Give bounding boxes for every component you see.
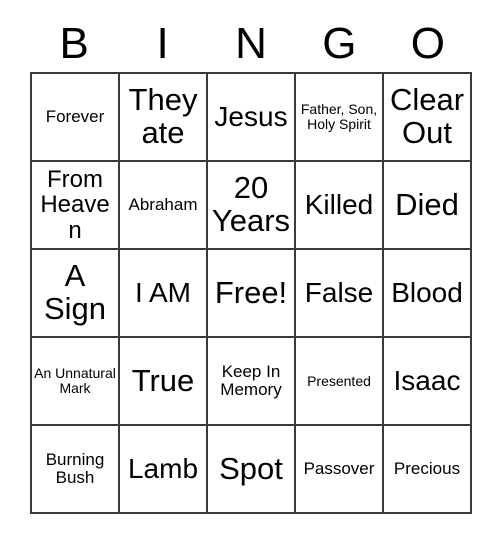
bingo-cell-label: Precious xyxy=(393,458,461,478)
bingo-header-row: B I N G O xyxy=(30,16,472,72)
bingo-row: From Heaven Abraham 20 Years Killed Died xyxy=(32,162,472,250)
bingo-row: An Unnatural Mark True Keep In Memory Pr… xyxy=(32,338,472,426)
bingo-cell-label: A Sign xyxy=(43,258,107,326)
bingo-cell-label: 20 Years xyxy=(211,170,291,238)
bingo-cell-label: Spot xyxy=(219,450,283,486)
bingo-cell[interactable]: I AM xyxy=(120,250,208,338)
bingo-cell[interactable]: Keep In Memory xyxy=(208,338,296,426)
bingo-cell[interactable]: Forever xyxy=(32,74,120,162)
bingo-cell[interactable]: Abraham xyxy=(120,162,208,250)
bingo-cell-label: Isaac xyxy=(393,365,461,397)
bingo-cell[interactable]: Precious xyxy=(384,426,472,514)
bingo-cell[interactable]: Presented xyxy=(296,338,384,426)
bingo-cell[interactable]: 20 Years xyxy=(208,162,296,250)
bingo-cell[interactable]: False xyxy=(296,250,384,338)
bingo-header-letter-i: I xyxy=(156,19,169,68)
bingo-cell-label: Presented xyxy=(307,372,371,389)
bingo-cell-label: Died xyxy=(395,186,459,222)
bingo-cell-label: Lamb xyxy=(127,453,199,485)
bingo-cell-label: Keep In Memory xyxy=(220,361,282,399)
bingo-cell-label: Blood xyxy=(391,277,463,309)
bingo-cell-label: I AM xyxy=(134,277,191,309)
bingo-cell-label: True xyxy=(131,362,195,398)
bingo-cell[interactable]: Isaac xyxy=(384,338,472,426)
bingo-cell[interactable]: True xyxy=(120,338,208,426)
bingo-cell[interactable]: Burning Bush xyxy=(32,426,120,514)
bingo-cell-label: Father, Son, Holy Spirit xyxy=(300,101,378,132)
bingo-row: Forever They ate Jesus Father, Son, Holy… xyxy=(32,74,472,162)
bingo-cell[interactable]: Free! xyxy=(208,250,296,338)
bingo-cell-label: Forever xyxy=(45,106,105,126)
bingo-cell-label: Free! xyxy=(214,274,288,310)
bingo-row: Burning Bush Lamb Spot Passover Precious xyxy=(32,426,472,514)
bingo-cell-label: They ate xyxy=(128,82,198,150)
bingo-cell-label: Killed xyxy=(304,189,374,221)
bingo-header-letter-o: O xyxy=(410,19,445,68)
bingo-cell-label: Clear Out xyxy=(389,82,465,150)
bingo-cell[interactable]: Blood xyxy=(384,250,472,338)
bingo-cell-label: Passover xyxy=(303,458,375,478)
bingo-cell[interactable]: Died xyxy=(384,162,472,250)
bingo-row: A Sign I AM Free! False Blood xyxy=(32,250,472,338)
bingo-cell-label: Abraham xyxy=(128,194,198,214)
bingo-cell[interactable]: An Unnatural Mark xyxy=(32,338,120,426)
bingo-cell[interactable]: From Heaven xyxy=(32,162,120,250)
bingo-cell-label: Jesus xyxy=(214,101,288,133)
bingo-grid: Forever They ate Jesus Father, Son, Holy… xyxy=(30,72,472,514)
bingo-cell[interactable]: Spot xyxy=(208,426,296,514)
bingo-cell[interactable]: Killed xyxy=(296,162,384,250)
bingo-cell[interactable]: Passover xyxy=(296,426,384,514)
bingo-header-letter-b: B xyxy=(59,19,89,68)
bingo-cell-label: False xyxy=(304,277,374,309)
bingo-cell[interactable]: They ate xyxy=(120,74,208,162)
bingo-cell[interactable]: A Sign xyxy=(32,250,120,338)
bingo-cell[interactable]: Lamb xyxy=(120,426,208,514)
bingo-cell-label: From Heaven xyxy=(40,165,110,244)
bingo-header-letter-n: N xyxy=(235,19,267,68)
bingo-header-letter-g: G xyxy=(322,19,357,68)
bingo-cell-label: Burning Bush xyxy=(45,449,105,487)
bingo-card: B I N G O Forever They ate Jesus Father,… xyxy=(30,16,472,514)
bingo-cell[interactable]: Jesus xyxy=(208,74,296,162)
bingo-cell[interactable]: Father, Son, Holy Spirit xyxy=(296,74,384,162)
bingo-cell-label: An Unnatural Mark xyxy=(34,365,116,396)
bingo-cell[interactable]: Clear Out xyxy=(384,74,472,162)
